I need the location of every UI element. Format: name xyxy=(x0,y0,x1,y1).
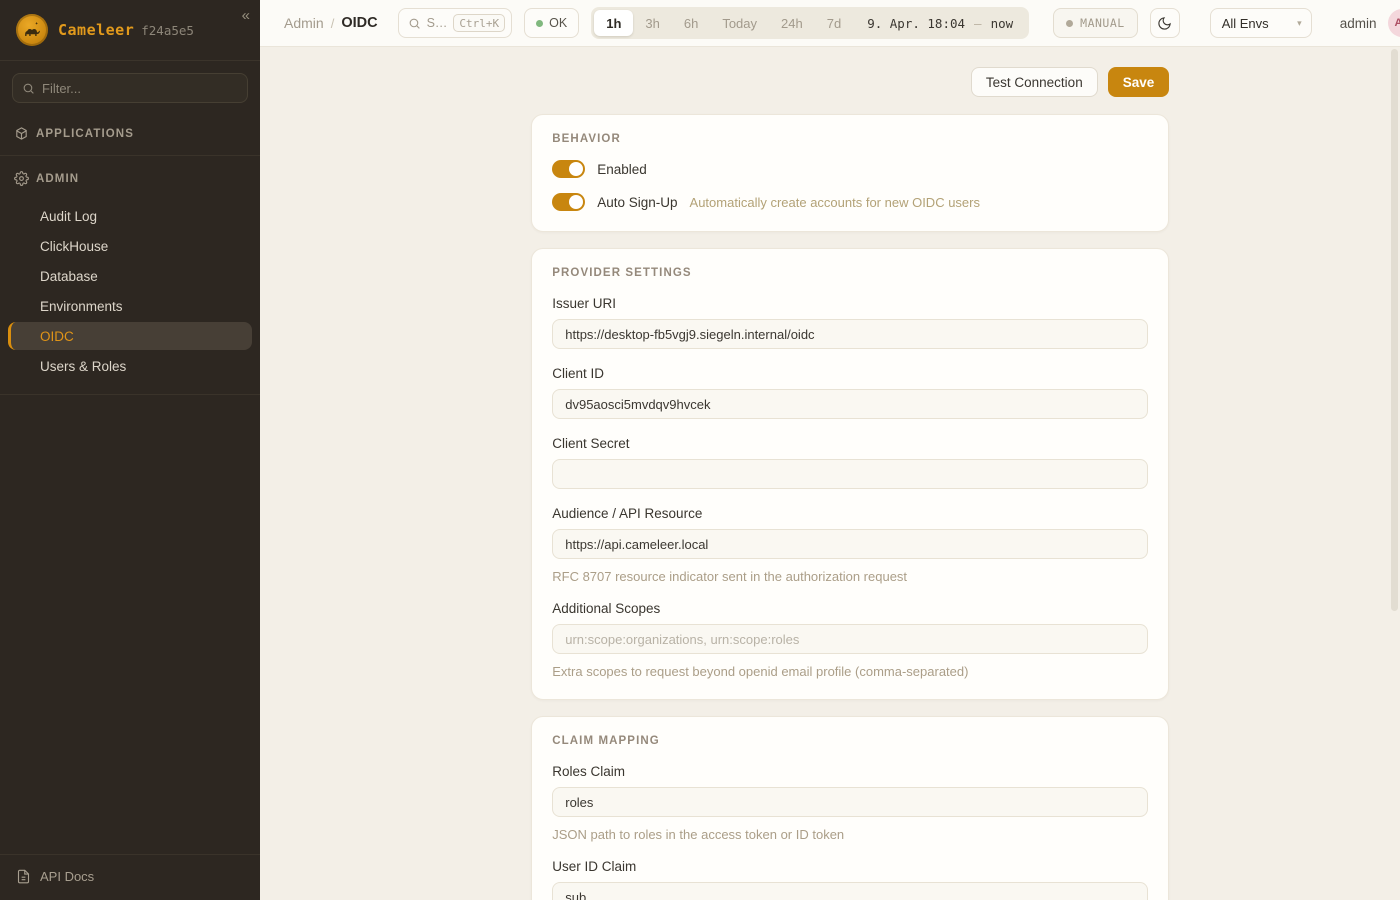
audience-hint: RFC 8707 resource indicator sent in the … xyxy=(552,569,1148,584)
sidebar-filter-input[interactable] xyxy=(42,81,238,96)
package-icon xyxy=(14,126,29,141)
time-range-today[interactable]: Today xyxy=(710,10,769,36)
auto-signup-toggle-label: Auto Sign-Up xyxy=(597,195,677,210)
time-display[interactable]: 9. Apr. 18:04 – now xyxy=(853,16,1026,31)
user-id-claim-label: User ID Claim xyxy=(552,859,1148,874)
issuer-uri-input[interactable] xyxy=(552,319,1148,349)
section-applications-label: APPLICATIONS xyxy=(36,128,134,140)
sidebar-item-oidc[interactable]: OIDC xyxy=(8,322,252,350)
section-applications[interactable]: APPLICATIONS xyxy=(0,113,260,153)
auto-signup-hint: Automatically create accounts for new OI… xyxy=(690,195,980,210)
breadcrumb: Admin / OIDC xyxy=(284,15,378,31)
time-range-24h[interactable]: 24h xyxy=(769,10,815,36)
enabled-toggle-row: Enabled xyxy=(552,160,1148,178)
time-range-1h[interactable]: 1h xyxy=(594,10,633,36)
sidebar-header: Cameleer f24a5e5 « xyxy=(0,0,260,61)
claim-card-title: CLAIM MAPPING xyxy=(552,735,1148,747)
chevron-down-icon: ▾ xyxy=(1297,18,1302,29)
main-area: Admin / OIDC S… Ctrl+K OK 1h 3h 6h Today xyxy=(260,0,1400,900)
sidebar-collapse-icon[interactable]: « xyxy=(242,8,250,23)
app-root: Cameleer f24a5e5 « APPLICATIONS ADMIN xyxy=(0,0,1400,900)
time-range-3h[interactable]: 3h xyxy=(633,10,671,36)
time-range-control: 1h 3h 6h Today 24h 7d 9. Apr. 18:04 – no… xyxy=(591,7,1029,39)
moon-icon xyxy=(1157,16,1172,31)
sidebar-item-environments[interactable]: Environments xyxy=(8,292,252,320)
username-label: admin xyxy=(1340,16,1377,31)
audience-input[interactable] xyxy=(552,529,1148,559)
sidebar-item-database[interactable]: Database xyxy=(8,262,252,290)
provider-settings-card: PROVIDER SETTINGS Issuer URI Client ID C… xyxy=(531,248,1169,700)
client-id-label: Client ID xyxy=(552,366,1148,381)
topbar: Admin / OIDC S… Ctrl+K OK 1h 3h 6h Today xyxy=(260,0,1400,47)
global-search[interactable]: S… Ctrl+K xyxy=(398,8,513,38)
status-label: OK xyxy=(549,16,567,30)
status-dot-icon xyxy=(536,20,543,27)
avatar[interactable]: AD xyxy=(1388,9,1400,37)
auto-signup-toggle[interactable] xyxy=(552,193,585,211)
user-id-claim-input[interactable] xyxy=(552,882,1148,900)
client-secret-input[interactable] xyxy=(552,459,1148,489)
claim-mapping-card: CLAIM MAPPING Roles Claim JSON path to r… xyxy=(531,716,1169,900)
environment-value: All Envs xyxy=(1222,16,1269,31)
sidebar-divider xyxy=(0,155,260,156)
vertical-scrollbar[interactable] xyxy=(1391,49,1398,611)
behavior-card: BEHAVIOR Enabled Auto Sign-Up Automatica… xyxy=(531,114,1169,232)
time-separator: – xyxy=(974,16,982,31)
cameleer-logo-icon xyxy=(16,14,48,46)
refresh-mode-label: MANUAL xyxy=(1080,16,1125,30)
refresh-dot-icon xyxy=(1066,20,1073,27)
roles-claim-hint: JSON path to roles in the access token o… xyxy=(552,827,1148,842)
section-admin-label: ADMIN xyxy=(36,173,79,185)
provider-card-title: PROVIDER SETTINGS xyxy=(552,267,1148,279)
page-content: Test Connection Save BEHAVIOR Enabled Au… xyxy=(260,47,1400,900)
sidebar-item-users-roles[interactable]: Users & Roles xyxy=(8,352,252,380)
client-id-input[interactable] xyxy=(552,389,1148,419)
document-icon xyxy=(16,869,31,884)
search-icon xyxy=(22,82,35,95)
api-docs-label: API Docs xyxy=(40,869,94,884)
environment-select[interactable]: All Envs ▾ xyxy=(1210,8,1312,38)
sidebar: Cameleer f24a5e5 « APPLICATIONS ADMIN xyxy=(0,0,260,900)
sidebar-divider xyxy=(0,394,260,395)
enabled-toggle[interactable] xyxy=(552,160,585,178)
save-button[interactable]: Save xyxy=(1108,67,1170,97)
time-range-6h[interactable]: 6h xyxy=(672,10,710,36)
behavior-card-title: BEHAVIOR xyxy=(552,133,1148,145)
sidebar-filter[interactable] xyxy=(12,73,248,103)
toggle-knob xyxy=(569,195,583,209)
status-badge[interactable]: OK xyxy=(524,8,579,38)
toggle-knob xyxy=(569,162,583,176)
sidebar-item-audit-log[interactable]: Audit Log xyxy=(8,202,252,230)
time-from: 9. Apr. 18:04 xyxy=(867,16,965,31)
breadcrumb-separator: / xyxy=(331,16,335,31)
client-secret-label: Client Secret xyxy=(552,436,1148,451)
refresh-mode-button[interactable]: MANUAL xyxy=(1053,8,1138,38)
search-placeholder: S… xyxy=(427,16,448,30)
sidebar-item-clickhouse[interactable]: ClickHouse xyxy=(8,232,252,260)
search-shortcut-kbd: Ctrl+K xyxy=(453,14,505,32)
issuer-uri-label: Issuer URI xyxy=(552,296,1148,311)
time-range-7d[interactable]: 7d xyxy=(815,10,853,36)
api-docs-link[interactable]: API Docs xyxy=(0,854,260,900)
roles-claim-input[interactable] xyxy=(552,787,1148,817)
gear-icon xyxy=(14,171,29,186)
breadcrumb-oidc: OIDC xyxy=(341,15,377,31)
roles-claim-label: Roles Claim xyxy=(552,764,1148,779)
time-to: now xyxy=(991,16,1014,31)
additional-scopes-hint: Extra scopes to request beyond openid em… xyxy=(552,664,1148,679)
audience-label: Audience / API Resource xyxy=(552,506,1148,521)
breadcrumb-admin[interactable]: Admin xyxy=(284,15,324,31)
app-title: Cameleer xyxy=(58,21,134,39)
admin-nav: Audit Log ClickHouse Database Environmen… xyxy=(0,198,260,392)
page-actions: Test Connection Save xyxy=(531,67,1169,97)
enabled-toggle-label: Enabled xyxy=(597,162,647,177)
search-icon xyxy=(408,17,421,30)
additional-scopes-label: Additional Scopes xyxy=(552,601,1148,616)
theme-toggle-button[interactable] xyxy=(1150,8,1180,38)
auto-signup-toggle-row: Auto Sign-Up Automatically create accoun… xyxy=(552,193,1148,211)
build-hash: f24a5e5 xyxy=(141,23,194,38)
additional-scopes-input[interactable] xyxy=(552,624,1148,654)
test-connection-button[interactable]: Test Connection xyxy=(971,67,1098,97)
section-admin[interactable]: ADMIN xyxy=(0,158,260,198)
